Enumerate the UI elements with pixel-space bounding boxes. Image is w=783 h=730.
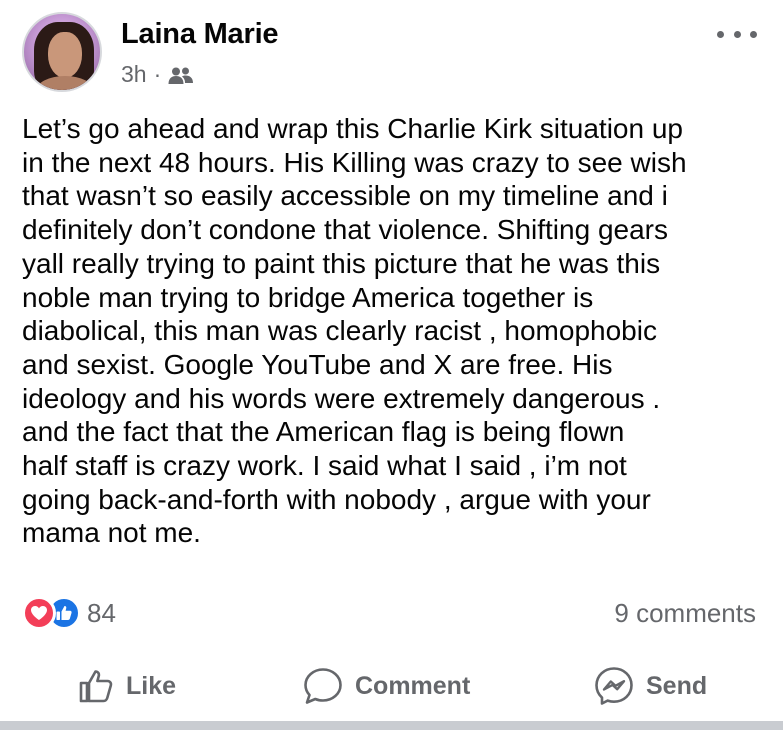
more-dot-icon [750, 30, 757, 38]
thumbs-up-icon [79, 670, 113, 703]
comment-bubble-icon [304, 668, 342, 704]
post-meta: 3h · [121, 61, 194, 88]
send-label: Send [646, 671, 708, 700]
send-button[interactable]: Send [594, 660, 707, 712]
post-time[interactable]: 3h [121, 61, 147, 88]
friends-icon[interactable] [168, 65, 194, 85]
comments-count-link[interactable]: 9 comments [614, 598, 756, 629]
comment-button[interactable]: Comment [303, 660, 470, 712]
meta-separator: · [153, 61, 162, 87]
more-dot-icon [733, 30, 741, 38]
more-options-button[interactable] [717, 24, 757, 44]
like-button[interactable]: Like [78, 660, 176, 712]
comment-label: Comment [355, 671, 471, 700]
reactions-summary[interactable]: 84 [22, 596, 116, 630]
more-dot-icon [717, 30, 724, 38]
love-reaction-icon [22, 596, 56, 630]
like-label: Like [126, 671, 177, 700]
reaction-count: 84 [87, 597, 116, 628]
post-text: Let’s go ahead and wrap this Charlie Kir… [22, 113, 687, 549]
post-divider [0, 721, 783, 730]
avatar[interactable] [22, 12, 102, 92]
author-name[interactable]: Laina Marie [121, 18, 279, 51]
post-action-bar: Like Comment Send [0, 660, 783, 712]
messenger-icon [595, 667, 633, 705]
facebook-post: Laina Marie 3h · Let’s go ahead and wrap… [0, 0, 783, 730]
